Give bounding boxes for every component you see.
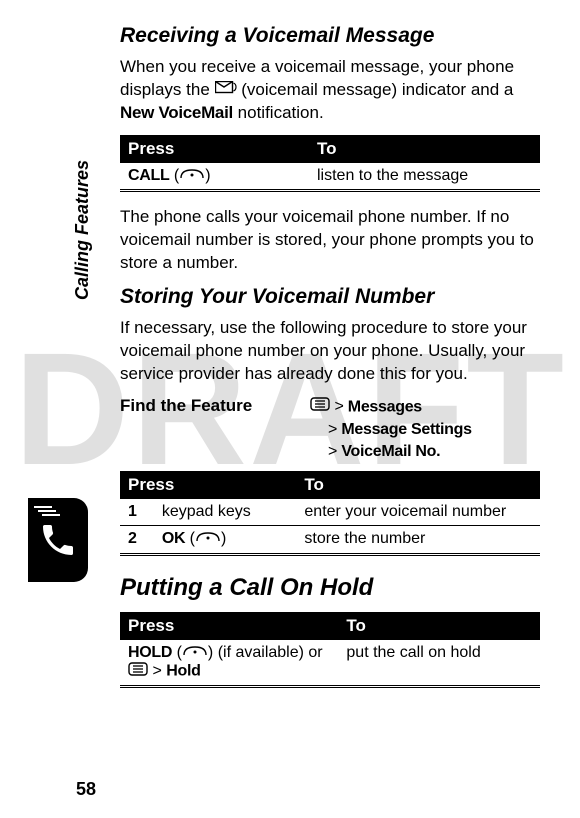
softkey-icon (182, 644, 208, 662)
col-to: To (309, 135, 540, 163)
find-the-feature: Find the Feature >Messages >Message Sett… (120, 396, 540, 464)
hold-softkey-label: HOLD (128, 644, 172, 661)
table-call-on-hold: Press To HOLD ( ) (if available) or > Hol… (120, 612, 540, 688)
gt: > (328, 443, 341, 460)
col-to: To (338, 612, 540, 640)
page-number: 58 (76, 779, 96, 800)
heading-putting-call-on-hold: Putting a Call On Hold (120, 574, 540, 602)
find-feature-label: Find the Feature (120, 396, 310, 464)
para-receive-voicemail: When you receive a voicemail message, yo… (120, 56, 540, 125)
voicemail-indicator-icon (215, 79, 237, 102)
call-softkey-label: CALL (128, 167, 169, 184)
menu-key-icon (310, 396, 330, 418)
paren: ( (172, 644, 182, 661)
paren: ( (169, 167, 179, 184)
gt: > (148, 663, 166, 680)
step-num: 1 (120, 499, 154, 526)
path-messages: Messages (348, 398, 422, 415)
cell-hold-press: HOLD ( ) (if available) or > Hold (120, 640, 338, 687)
heading-storing-voicemail: Storing Your Voicemail Number (120, 285, 540, 309)
cell-to-listen: listen to the message (309, 163, 540, 191)
table-store-voicemail: Press To 1 keypad keys enter your voicem… (120, 471, 540, 555)
cell-enter-number: enter your voicemail number (296, 499, 540, 526)
cell-ok-softkey: OK () (154, 526, 297, 554)
col-press: Press (120, 471, 296, 499)
new-voicemail-label: New VoiceMail (120, 103, 233, 122)
text: (voicemail message) indicator and a (241, 80, 513, 99)
softkey-icon (195, 530, 221, 548)
text: ) (if available) or (208, 644, 323, 661)
para-phone-calls-number: The phone calls your voicemail phone num… (120, 206, 540, 275)
menu-path: >Messages >Message Settings >VoiceMail N… (310, 396, 472, 464)
col-press: Press (120, 135, 309, 163)
cell-store-number: store the number (296, 526, 540, 554)
table-receive-voicemail: Press To CALL () listen to the message (120, 135, 540, 192)
col-to: To (296, 471, 540, 499)
hold-menu-label: Hold (166, 663, 200, 680)
cell-press-call: CALL () (120, 163, 309, 191)
para-storing: If necessary, use the following procedur… (120, 317, 540, 386)
path-message-settings: Message Settings (341, 421, 471, 438)
ok-softkey-label: OK (162, 531, 185, 548)
path-voicemail-no: VoiceMail No. (341, 443, 440, 460)
step-num: 2 (120, 526, 154, 554)
heading-receiving-voicemail: Receiving a Voicemail Message (120, 24, 540, 48)
paren: ) (221, 531, 226, 548)
menu-key-icon (128, 662, 148, 681)
softkey-icon (179, 167, 205, 185)
text: notification. (238, 103, 324, 122)
col-press: Press (120, 612, 338, 640)
paren: ( (185, 531, 195, 548)
cell-put-on-hold: put the call on hold (338, 640, 540, 687)
gt: > (328, 421, 341, 438)
page-content: Receiving a Voicemail Message When you r… (0, 0, 580, 722)
paren: ) (205, 167, 210, 184)
gt: > (334, 398, 347, 415)
cell-keypad-keys: keypad keys (154, 499, 297, 526)
